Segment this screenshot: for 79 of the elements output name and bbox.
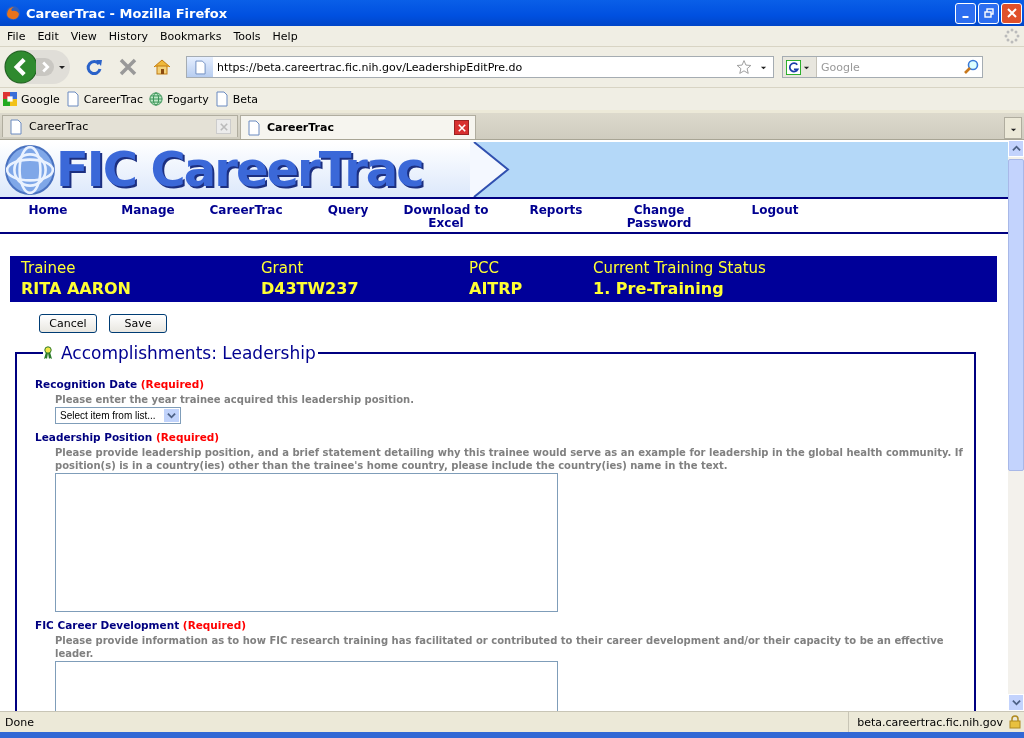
ribbon-icon xyxy=(43,346,53,360)
info-label: Current Training Status xyxy=(593,258,767,278)
restore-button[interactable] xyxy=(978,2,999,24)
menu-item[interactable]: File xyxy=(1,29,32,43)
bookmark-link[interactable]: Beta xyxy=(232,92,259,106)
chevron-down-icon xyxy=(167,411,176,420)
status-domain: beta.careertrac.fic.nih.gov xyxy=(857,715,1003,729)
nav-link[interactable]: Download to Excel xyxy=(398,204,494,230)
field-label: Leadership Position xyxy=(35,431,153,443)
required-marker: (Required) xyxy=(155,431,220,443)
menu-item[interactable]: Help xyxy=(266,29,304,43)
bookmark-link[interactable]: Fogarty xyxy=(167,92,209,106)
url-text: https://beta.careertrac.fic.nih.gov/LeadershipEditPre.do xyxy=(216,60,524,74)
google-icon xyxy=(3,91,17,107)
status-text: Done xyxy=(4,715,35,729)
menu-item[interactable]: Tools xyxy=(227,29,267,43)
menu-item[interactable]: History xyxy=(102,29,154,43)
required-marker: (Required) xyxy=(140,378,204,390)
nav-link[interactable]: Logout xyxy=(740,204,810,217)
site-logo: FIC CareerTrac xyxy=(56,142,423,197)
nav-link[interactable]: Manage xyxy=(100,204,196,217)
nav-link[interactable]: Reports xyxy=(516,204,596,217)
menu-item[interactable]: Bookmarks xyxy=(154,29,228,43)
info-label: Trainee xyxy=(21,258,77,278)
nav-link[interactable]: Change Password xyxy=(614,204,704,230)
search-icon[interactable] xyxy=(963,59,979,75)
nav-link[interactable]: Home xyxy=(8,204,88,217)
dropdown-field[interactable]: Select item from list... xyxy=(55,407,181,424)
info-value: D43TW237 xyxy=(261,278,360,300)
bookmark-link[interactable]: CareerTrac xyxy=(83,92,143,106)
close-button[interactable] xyxy=(1001,2,1022,24)
scroll-up-icon[interactable] xyxy=(1011,144,1021,153)
nav-link[interactable]: Query xyxy=(308,204,388,217)
restore-icon xyxy=(983,8,994,18)
info-value: RITA AARON xyxy=(21,278,132,300)
form-button[interactable]: Save xyxy=(109,314,167,333)
page-icon xyxy=(194,59,206,75)
dropdown-caret-icon[interactable] xyxy=(58,63,66,71)
nav-link[interactable]: CareerTrac xyxy=(196,204,296,217)
page-icon xyxy=(247,119,261,136)
star-icon[interactable] xyxy=(736,59,752,75)
page-icon xyxy=(65,91,80,107)
minimize-icon xyxy=(962,16,969,18)
firefox-icon xyxy=(5,5,21,21)
close-icon xyxy=(1006,8,1017,18)
menu-item[interactable]: View xyxy=(64,29,103,43)
browser-tab[interactable]: CareerTrac xyxy=(240,115,476,139)
home-icon[interactable] xyxy=(152,57,172,77)
field-hint: Please provide information as to how FIC research training has facilitated or contributed to their career development and/or their capacity to be an effective leader. xyxy=(55,634,945,660)
field-label: Recognition Date xyxy=(35,378,138,390)
window-title: CareerTrac - Mozilla Firefox xyxy=(26,5,229,21)
section-title: Accomplishments: Leadership xyxy=(61,343,316,363)
field-hint: Please provide leadership position, and a brief statement detailing why this trainee would serve as an example for leadership in the global health community. If position(s) is in a country(ies) other than the trainee's home country, please include the country(ies) name in the text. xyxy=(55,446,964,472)
page-icon xyxy=(214,91,229,107)
required-marker: (Required) xyxy=(182,619,247,631)
bookmark-link[interactable]: Google xyxy=(21,92,60,106)
menu-item[interactable]: Edit xyxy=(31,29,65,43)
form-button[interactable]: Cancel xyxy=(39,314,97,333)
throbber-icon xyxy=(1004,28,1020,44)
info-label: Grant xyxy=(261,258,305,278)
browser-tab[interactable]: CareerTrac xyxy=(2,115,238,137)
info-label: PCC xyxy=(469,258,500,278)
scrollbar[interactable] xyxy=(1008,140,1024,711)
globe-logo-icon xyxy=(4,143,56,196)
search-box[interactable]: Google xyxy=(782,56,983,78)
back-forward-control[interactable] xyxy=(4,50,70,84)
google-g-icon[interactable] xyxy=(786,59,801,75)
minimize-button[interactable] xyxy=(955,2,976,24)
address-bar[interactable]: https://beta.careertrac.fic.nih.gov/LeadershipEditPre.do xyxy=(186,56,774,78)
info-value: 1. Pre-Training xyxy=(593,278,725,300)
padlock-icon xyxy=(1009,715,1021,729)
info-value: AITRP xyxy=(469,278,524,300)
reload-icon[interactable] xyxy=(84,57,104,77)
page-icon xyxy=(9,118,23,135)
scroll-down-icon[interactable] xyxy=(1011,698,1021,707)
globe-icon xyxy=(149,91,163,107)
close-tab-icon[interactable] xyxy=(454,120,469,135)
field-label: FIC Career Development xyxy=(35,619,180,631)
field-hint: Please enter the year trainee acquired this leadership position. xyxy=(55,393,415,406)
